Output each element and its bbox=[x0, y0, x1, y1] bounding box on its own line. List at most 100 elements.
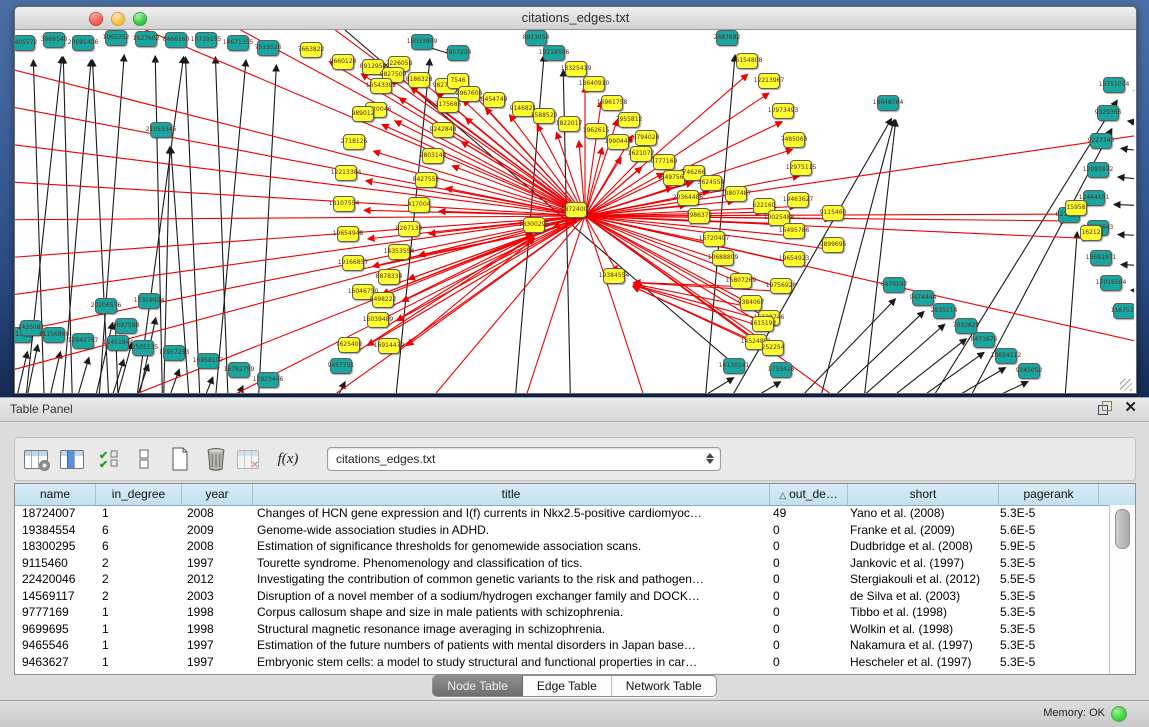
graph-node[interactable]: 9115460 bbox=[822, 205, 844, 221]
graph-node[interactable]: 8471676 bbox=[973, 332, 995, 348]
table-select-dropdown[interactable]: citations_edges.txt bbox=[327, 447, 721, 471]
column-header-in_degree[interactable]: in_degree bbox=[96, 484, 182, 505]
graph-node[interactable]: 8267130 bbox=[398, 221, 420, 237]
graph-node[interactable]: 19654923 bbox=[783, 251, 805, 267]
graph-node[interactable]: 9899695 bbox=[822, 237, 844, 253]
graph-node[interactable]: 16495786 bbox=[783, 223, 805, 239]
graph-node[interactable]: 2935114 bbox=[933, 303, 955, 319]
table-row[interactable]: 969969511998Structural magnetic resonanc… bbox=[15, 621, 1110, 638]
graph-node[interactable]: 12093872 bbox=[1087, 162, 1109, 178]
tab-node-table[interactable]: Node Table bbox=[433, 676, 523, 696]
graph-node[interactable]: 1615192 bbox=[752, 316, 774, 332]
graph-node[interactable]: 10654112 bbox=[995, 348, 1017, 364]
table-row[interactable]: 2242004622012Investigating the contribut… bbox=[15, 571, 1110, 588]
graph-node[interactable]: 19756928 bbox=[770, 278, 792, 294]
graph-node[interactable]: 18300295 bbox=[523, 217, 545, 233]
graph-node[interactable]: 14136141 bbox=[723, 358, 745, 374]
graph-node[interactable]: 10688809 bbox=[712, 250, 734, 266]
close-icon[interactable]: ✕ bbox=[1124, 401, 1137, 415]
table-row[interactable]: 1456911722003Disruption of a novel membe… bbox=[15, 588, 1110, 605]
graph-node[interactable]: 9097588 bbox=[115, 318, 137, 334]
column-header-title[interactable]: title bbox=[253, 484, 770, 505]
column-header-pagerank[interactable]: pagerank bbox=[999, 484, 1099, 505]
graph-node[interactable]: 6794028 bbox=[635, 130, 657, 146]
graph-node[interactable]: 17016504 bbox=[1100, 275, 1122, 291]
row-check-icon[interactable]: ✔✔ bbox=[93, 445, 123, 473]
graph-node[interactable]: 10719155 bbox=[195, 32, 217, 48]
graph-node[interactable]: 20691406 bbox=[72, 35, 94, 51]
graph-node[interactable]: 10973493 bbox=[772, 103, 794, 119]
graph-node[interactable]: 1822017 bbox=[558, 116, 580, 132]
column-header-out_de[interactable]: △out_de… bbox=[770, 484, 848, 505]
graph-node[interactable]: 12975115 bbox=[790, 160, 812, 176]
graph-node[interactable]: 1167533 bbox=[1113, 303, 1134, 319]
graph-node[interactable]: 989012 bbox=[352, 106, 374, 122]
graph-node[interactable]: 8186328 bbox=[408, 72, 430, 88]
graph-node[interactable]: 19166857 bbox=[342, 255, 364, 271]
graph-node[interactable]: 2967608 bbox=[458, 86, 480, 102]
graph-node[interactable]: 10807487 bbox=[725, 186, 747, 202]
graph-node[interactable]: 14671355 bbox=[227, 35, 249, 51]
graph-node[interactable]: 9245052 bbox=[1018, 363, 1040, 379]
graph-node[interactable]: 18107554 bbox=[333, 196, 355, 212]
graph-node[interactable]: 2687682 bbox=[716, 30, 738, 46]
rows-icon[interactable] bbox=[129, 445, 159, 473]
graph-node[interactable]: 1621072 bbox=[630, 146, 652, 162]
graph-node[interactable]: 1990448 bbox=[607, 134, 629, 150]
graph-node[interactable]: 18640910 bbox=[583, 76, 605, 92]
graph-node[interactable]: 9227343 bbox=[1090, 133, 1112, 149]
graph-node[interactable]: 7485063 bbox=[783, 132, 805, 148]
function-builder-icon[interactable]: f(x) bbox=[273, 445, 303, 473]
graph-node[interactable]: 9660128 bbox=[332, 54, 354, 70]
graph-node[interactable]: 15692971 bbox=[1090, 250, 1112, 266]
graph-node[interactable]: 1065352 bbox=[105, 30, 127, 46]
graph-node[interactable]: 1962615 bbox=[585, 123, 607, 139]
graph-node[interactable]: 19384554 bbox=[603, 268, 625, 284]
table-row[interactable]: 946362711997Embryonic stem cells: a mode… bbox=[15, 654, 1110, 671]
graph-node[interactable]: 7625402 bbox=[338, 337, 360, 353]
graph-node[interactable]: 417004 bbox=[408, 197, 430, 213]
graph-node[interactable]: 17359924 bbox=[138, 293, 160, 309]
graph-node[interactable]: 12213967 bbox=[758, 73, 780, 89]
trash-icon[interactable] bbox=[201, 445, 231, 473]
graph-node[interactable]: 9457751 bbox=[330, 358, 352, 374]
column-select-icon[interactable] bbox=[57, 445, 87, 473]
table-row[interactable]: 1830029562008Estimation of significance … bbox=[15, 538, 1110, 555]
graph-node[interactable]: 9777169 bbox=[653, 154, 675, 170]
graph-node[interactable]: 16039489 bbox=[367, 312, 389, 328]
graph-node[interactable]: 3624554 bbox=[700, 175, 722, 191]
graph-node[interactable]: 21053346 bbox=[150, 122, 172, 138]
graph-node[interactable]: 252254 bbox=[762, 340, 784, 356]
graph-node[interactable]: 13505135 bbox=[132, 340, 154, 356]
tab-edge-table[interactable]: Edge Table bbox=[523, 676, 612, 696]
graph-node[interactable]: 11156869 bbox=[43, 327, 65, 343]
table-row[interactable]: 977716911998Corpus callosum shape and si… bbox=[15, 604, 1110, 621]
graph-node[interactable]: 2803144 bbox=[422, 148, 444, 164]
graph-node[interactable]: 9474444 bbox=[912, 290, 934, 306]
graph-node[interactable]: 13325419 bbox=[565, 61, 587, 77]
graph-node[interactable]: 16961758 bbox=[601, 95, 623, 111]
network-graph-canvas[interactable]: 2405572306914020691406106535215276028466… bbox=[15, 30, 1134, 393]
graph-node[interactable]: 16033809 bbox=[411, 34, 433, 50]
graph-node[interactable]: 15720407 bbox=[703, 231, 725, 247]
graph-node[interactable]: 16782759 bbox=[228, 362, 250, 378]
column-header-short[interactable]: short bbox=[848, 484, 999, 505]
delete-table-icon[interactable]: ✕ bbox=[237, 445, 267, 473]
tab-network-table[interactable]: Network Table bbox=[612, 676, 716, 696]
graph-node[interactable]: 3069140 bbox=[43, 32, 65, 48]
graph-node[interactable]: 19218506 bbox=[543, 45, 565, 61]
graph-node[interactable]: 7663822 bbox=[300, 42, 322, 58]
graph-node[interactable]: 8813054 bbox=[525, 30, 547, 46]
memory-status-indicator[interactable] bbox=[1111, 706, 1127, 722]
graph-node[interactable]: 15958 bbox=[1065, 200, 1087, 216]
graph-node[interactable]: 20206576 bbox=[95, 298, 117, 314]
graph-node[interactable]: 8878334 bbox=[378, 269, 400, 285]
graph-node[interactable]: 7957224 bbox=[447, 45, 469, 61]
window-resize-grip[interactable] bbox=[1120, 379, 1132, 391]
graph-node[interactable]: 16648784 bbox=[877, 95, 899, 111]
graph-node[interactable]: 16154808 bbox=[736, 53, 758, 69]
graph-node[interactable]: 7955812 bbox=[618, 112, 640, 128]
graph-node[interactable]: 1527602 bbox=[135, 31, 157, 47]
graph-node[interactable]: 14353554 bbox=[388, 244, 410, 260]
graph-node[interactable]: 19654948 bbox=[337, 226, 359, 242]
